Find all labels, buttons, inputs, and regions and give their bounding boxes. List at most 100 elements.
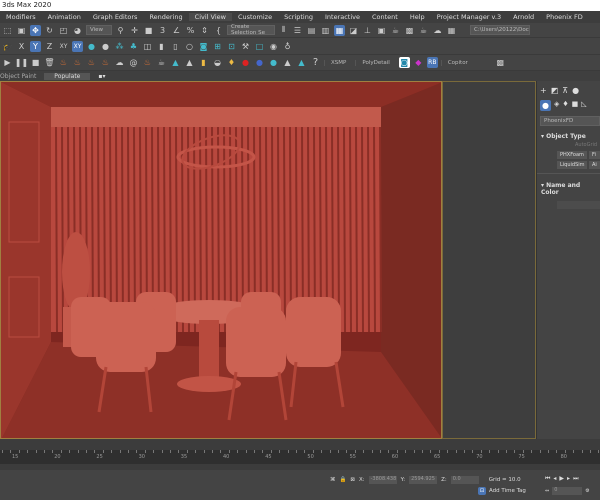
shapes-icon[interactable]: ◈ (554, 100, 559, 111)
menu-project-manager[interactable]: Project Manager v.3 (431, 13, 507, 21)
selection-set-dropdown[interactable]: Create Selection Se (227, 24, 275, 36)
project-path-field[interactable]: C:\Users\20122\Docum (470, 25, 530, 35)
eye-icon[interactable]: ◉ (268, 41, 279, 52)
time-config-icon[interactable]: ⚙ (585, 488, 589, 494)
door-icon[interactable]: ▯ (170, 41, 181, 52)
rb-button[interactable]: RB (426, 57, 438, 68)
fire-icon[interactable]: ♨ (58, 57, 69, 68)
next-frame-icon[interactable]: ▸ (567, 475, 570, 483)
pivot-icon[interactable]: ⚲ (115, 25, 126, 36)
percent-snap-icon[interactable]: % (185, 25, 196, 36)
object-paint-tab[interactable]: Object Paint (0, 73, 36, 80)
axis-xy-button[interactable]: XY (58, 41, 69, 52)
y-coordinate-field[interactable]: 2594.925 (409, 476, 438, 484)
splash-icon[interactable]: ▲ (184, 57, 195, 68)
grid-icon[interactable]: ▦ (446, 25, 457, 36)
menu-modifiers[interactable]: Modifiers (0, 13, 42, 21)
vortex-icon[interactable]: @ (128, 57, 139, 68)
camera-icon[interactable]: ⊡ (226, 41, 237, 52)
menu-arnold[interactable]: Arnold (507, 13, 540, 21)
render-icon[interactable]: ☕ (418, 25, 429, 36)
play-icon[interactable]: ▶ (2, 57, 13, 68)
object-type-rollout[interactable]: ▾ Object Type (537, 131, 600, 142)
red-drop-icon[interactable]: ● (240, 57, 251, 68)
isolate-icon[interactable]: ⌘ (330, 477, 336, 483)
beer-icon[interactable]: ▮ (198, 57, 209, 68)
menu-content[interactable]: Content (366, 13, 404, 21)
z-coordinate-field[interactable]: 0.0 (450, 476, 479, 484)
fire-sim-icon[interactable]: ♨ (86, 57, 97, 68)
coffee-icon[interactable]: ☕ (156, 57, 167, 68)
manipulate-icon[interactable]: ✛ (129, 25, 140, 36)
add-time-tag-button[interactable]: Add Time Tag (489, 488, 526, 494)
view-icon[interactable]: ◙ (198, 41, 209, 52)
select-region-icon[interactable]: ⬚ (2, 25, 13, 36)
menu-interactive[interactable]: Interactive (319, 13, 366, 21)
image-icon[interactable]: ▩ (495, 57, 506, 68)
lights-icon[interactable]: ♦ (562, 100, 568, 111)
render-cloud-icon[interactable]: ☁ (432, 25, 443, 36)
axis-x-button[interactable]: X (16, 41, 27, 52)
fire-source-icon[interactable]: ♨ (72, 57, 83, 68)
named-selection-icon[interactable]: { (213, 25, 224, 36)
ocean-icon[interactable]: ▲ (282, 57, 293, 68)
helpers-icon[interactable]: ◺ (581, 100, 586, 111)
copitor-button[interactable]: Copitor (440, 59, 474, 66)
align-icon[interactable]: ☰ (292, 25, 303, 36)
axis-xy-cycle-button[interactable]: XY (72, 40, 83, 52)
material-editor-icon[interactable]: ▣ (376, 25, 387, 36)
sphere-icon[interactable]: ● (100, 41, 111, 52)
plant-icon[interactable]: ♣ (128, 41, 139, 52)
curve-editor-icon[interactable]: ◪ (348, 25, 359, 36)
help-icon[interactable]: ? (310, 57, 321, 68)
motion-tab-icon[interactable]: ● (572, 86, 579, 95)
fire-smoke-button[interactable]: Fi (589, 151, 600, 159)
menu-customize[interactable]: Customize (232, 13, 278, 21)
current-frame-field[interactable]: 0 (552, 487, 583, 495)
go-to-start-icon[interactable]: ⏮ (545, 475, 550, 483)
menu-graph-editors[interactable]: Graph Editors (87, 13, 144, 21)
populate-tab[interactable]: Populate (44, 72, 91, 80)
blue-cube-icon[interactable]: ● (254, 57, 265, 68)
cup-icon[interactable]: ◒ (212, 57, 223, 68)
water-icon[interactable]: ▲ (170, 57, 181, 68)
scale-icon[interactable]: ◰ (58, 25, 69, 36)
track-bar[interactable]: 15 20 25 30 35 40 45 50 55 60 65 70 75 80 (0, 450, 600, 464)
window-crossing-icon[interactable]: ▣ (16, 25, 27, 36)
smoke-icon[interactable]: ☁ (114, 57, 125, 68)
pause-icon[interactable]: ❚❚ (15, 57, 28, 68)
ribbon-toggle-icon[interactable]: ▦ (334, 24, 345, 36)
move-icon[interactable]: ✥ (30, 24, 41, 36)
light-icon[interactable]: ● (86, 41, 97, 52)
render-setup-icon[interactable]: ☕ (390, 25, 401, 36)
perspective-viewport[interactable] (0, 81, 442, 439)
spinner-snap-icon[interactable]: ⇕ (199, 25, 210, 36)
polydetail-button[interactable]: PolyDetail (355, 59, 395, 66)
menu-civil-view[interactable]: Civil View (188, 13, 232, 21)
mirror-icon[interactable]: ⫴ (278, 25, 289, 36)
fire-preset-icon[interactable]: ♨ (100, 57, 111, 68)
name-color-rollout[interactable]: ▾ Name and Color (537, 173, 600, 198)
flame-icon[interactable]: ♨ (142, 57, 153, 68)
trash-icon[interactable]: 🗑 (44, 57, 55, 68)
geometry-icon[interactable]: ● (540, 100, 551, 111)
menu-rendering[interactable]: Rendering (143, 13, 188, 21)
cameras-icon[interactable]: ■ (572, 100, 579, 111)
menu-scripting[interactable]: Scripting (278, 13, 319, 21)
snap-3d-icon[interactable]: 3 (157, 25, 168, 36)
menu-phoenix-fd[interactable]: Phoenix FD (540, 13, 589, 21)
phxfoam-button[interactable]: PHXFoam (557, 151, 587, 159)
modify-tab-icon[interactable]: ◩ (551, 86, 559, 95)
viewport-empty-area[interactable] (442, 81, 536, 439)
foam-icon[interactable]: ▲ (296, 57, 307, 68)
candle-icon[interactable]: ♦ (226, 57, 237, 68)
axis-z-button[interactable]: Z (44, 41, 55, 52)
axis-y-button[interactable]: Y (30, 40, 41, 52)
stop-icon[interactable]: ■ (30, 57, 41, 68)
ring-icon[interactable]: ○ (184, 41, 195, 52)
keyboard-shortcut-icon[interactable]: ■ (143, 25, 154, 36)
bottle-icon[interactable]: ▮ (156, 41, 167, 52)
ribbon-options-icon[interactable]: ▪▾ (98, 73, 105, 80)
hat-icon[interactable]: 🎓 (2, 41, 13, 52)
placement-icon[interactable]: ◕ (72, 25, 83, 36)
